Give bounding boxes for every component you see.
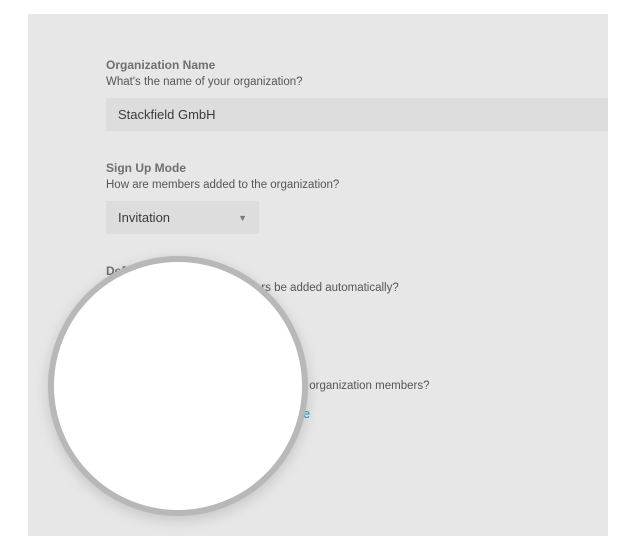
rooms-title: Default Rooms xyxy=(106,264,608,278)
org-name-title: Organization Name xyxy=(106,58,608,72)
section-org-name: Organization Name What's the name of you… xyxy=(106,58,608,131)
section-signup-mode: Sign Up Mode How are members added to th… xyxy=(106,161,608,234)
section-default-rooms: Default Rooms To which rooms will all me… xyxy=(106,264,608,332)
signup-desc: How are members added to the organizatio… xyxy=(106,179,608,191)
logo-row: stackfield Change · Delete xyxy=(106,402,608,425)
add-room-button[interactable]: + xyxy=(106,304,134,332)
signup-mode-value: Invitation xyxy=(118,210,170,225)
signup-mode-select[interactable]: Invitation ▼ xyxy=(106,201,259,234)
logo-desc: Which logo should be displayed to your o… xyxy=(106,380,608,392)
logo-title: Custom logo xyxy=(106,362,608,376)
plus-icon: + xyxy=(116,310,124,326)
logo-preview: stackfield xyxy=(106,402,193,425)
chevron-down-icon: ▼ xyxy=(238,213,247,223)
separator: · xyxy=(264,407,268,421)
section-custom-logo: Custom logo Which logo should be display… xyxy=(106,362,608,425)
rooms-desc: To which rooms will all members be added… xyxy=(106,282,608,294)
delete-logo-link[interactable]: Delete xyxy=(274,407,310,421)
change-logo-link[interactable]: Change xyxy=(213,407,257,421)
signup-title: Sign Up Mode xyxy=(106,161,608,175)
org-name-input[interactable] xyxy=(106,98,608,131)
org-name-desc: What's the name of your organization? xyxy=(106,76,608,88)
settings-panel: Organization Name What's the name of you… xyxy=(28,14,608,536)
